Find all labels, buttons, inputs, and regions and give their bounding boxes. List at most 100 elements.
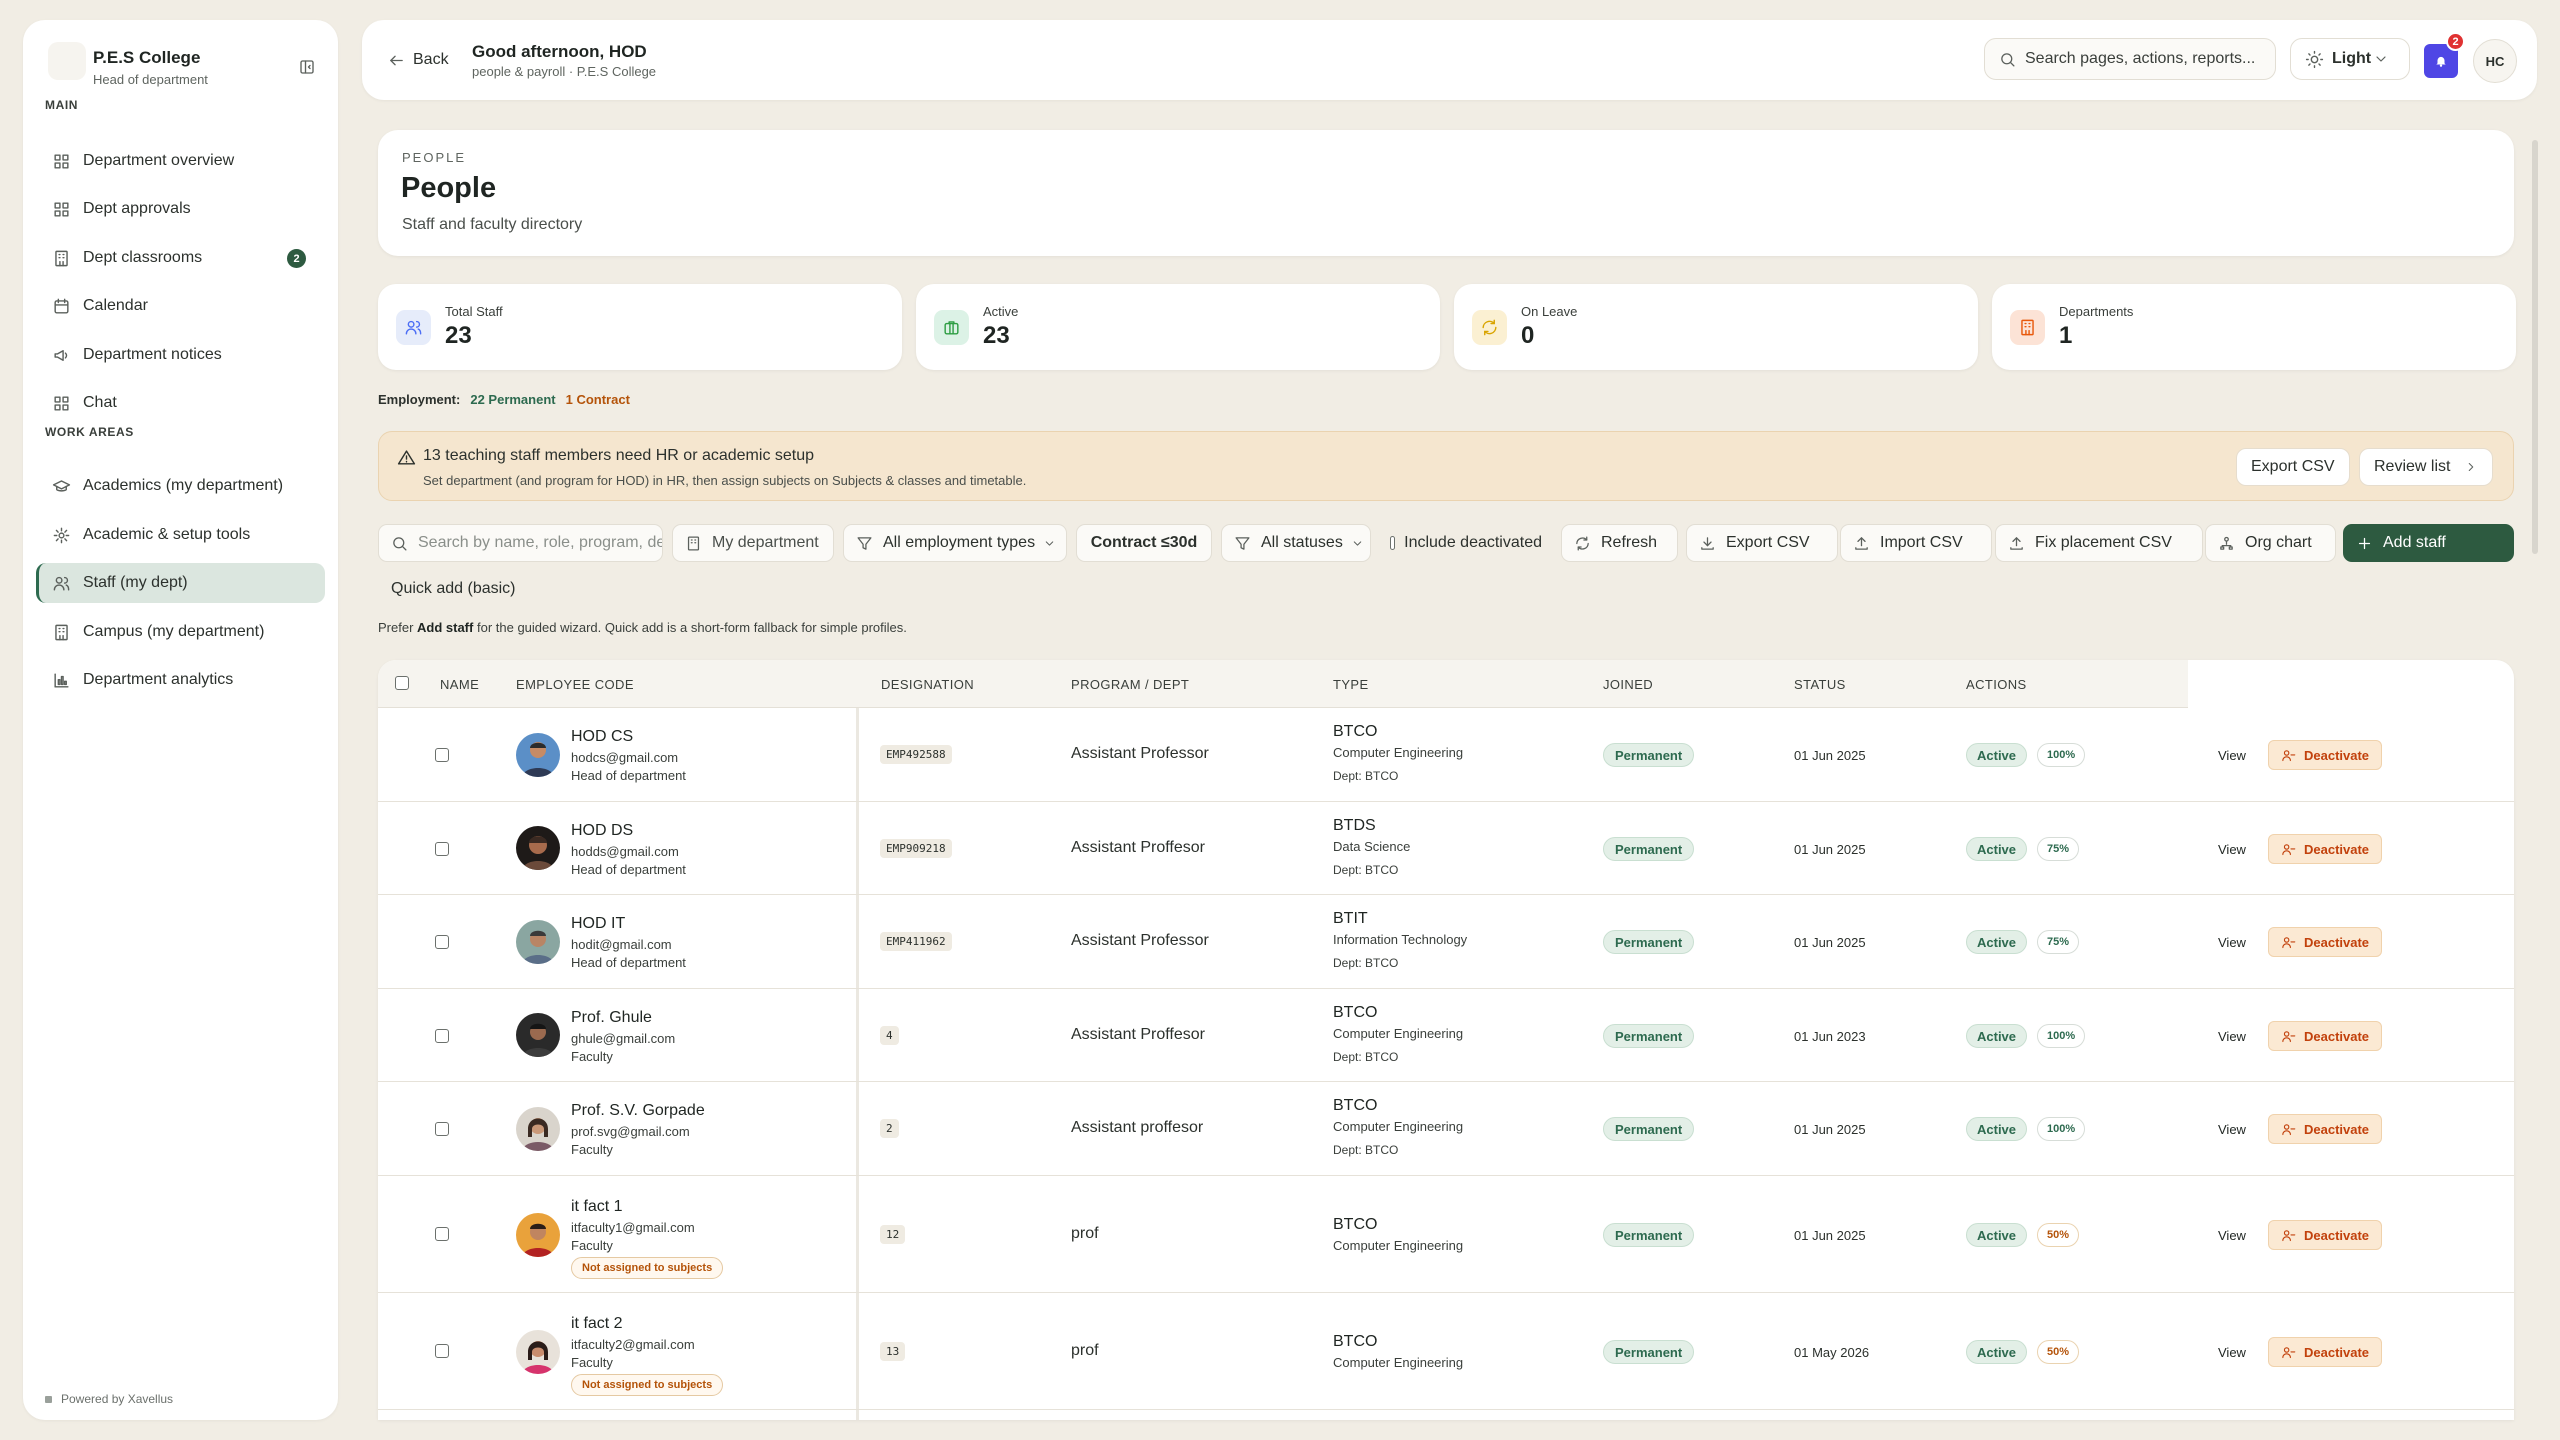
staff-name[interactable]: HOD IT [571, 915, 625, 933]
user-minus-icon [2282, 749, 2296, 761]
column-header-status[interactable]: STATUS [1794, 677, 1846, 692]
deactivate-button[interactable]: Deactivate [2268, 1337, 2383, 1367]
contract-count[interactable]: 1 Contract [566, 392, 630, 407]
program: BTCO [1333, 723, 1378, 740]
column-header-type[interactable]: TYPE [1333, 677, 1369, 692]
permanent-count[interactable]: 22 Permanent [470, 392, 555, 407]
user-minus-icon [2282, 1346, 2296, 1358]
export-csv-button[interactable]: Export CSV [1686, 524, 1838, 562]
program: BTCO [1333, 1097, 1378, 1114]
row-checkbox[interactable] [435, 1122, 449, 1136]
alert-title: 13 teaching staff members need HR or aca… [423, 447, 815, 464]
column-header-designation[interactable]: DESIGNATION [881, 677, 974, 692]
import-csv-button[interactable]: Import CSV [1840, 524, 1992, 562]
sidebar-item-label: Department notices [83, 346, 222, 363]
table-row: it fact 1 itfaculty1@gmail.com Faculty N… [378, 1176, 2514, 1293]
program: BTCO [1333, 1216, 1378, 1233]
include-deactivated-checkbox[interactable] [1390, 536, 1396, 550]
alert-export-csv-button[interactable]: Export CSV [2236, 448, 2350, 486]
review-list-button[interactable]: Review list [2359, 448, 2494, 486]
view-button[interactable]: View [2218, 842, 2246, 857]
sidebar-item-department-overview[interactable]: Department overview [36, 141, 325, 181]
column-header-employee-code[interactable]: EMPLOYEE CODE [516, 677, 634, 692]
staff-name[interactable]: HOD DS [571, 822, 633, 840]
include-deactivated-toggle[interactable]: Include deactivated [1378, 524, 1554, 562]
table-row: HOD IT hodit@gmail.com Head of departmen… [378, 895, 2514, 989]
theme-select[interactable]: Light [2290, 38, 2410, 80]
staff-name[interactable]: it fact 1 [571, 1198, 623, 1216]
back-button[interactable]: Back [388, 46, 449, 74]
sidebar-item-academic-setup-tools[interactable]: Academic & setup tools [36, 515, 325, 555]
column-header-program-dept[interactable]: PROGRAM / DEPT [1071, 677, 1189, 692]
deactivate-button[interactable]: Deactivate [2268, 834, 2383, 864]
status-filter[interactable]: All statuses [1221, 524, 1371, 562]
add-staff-button[interactable]: Add staff [2343, 524, 2514, 562]
sidebar-item-staff[interactable]: Staff (my dept) [36, 563, 325, 603]
staff-email: hodcs@gmail.com [571, 750, 679, 765]
stat-label: Active [983, 304, 1019, 319]
quick-add-button[interactable]: Quick add (basic) [391, 580, 516, 598]
row-checkbox[interactable] [435, 1227, 449, 1241]
refresh-button[interactable]: Refresh [1561, 524, 1678, 562]
employment-type-badge: Permanent [1603, 1223, 1695, 1247]
sidebar-item-dept-classrooms[interactable]: Dept classrooms 2 [36, 238, 325, 278]
view-button[interactable]: View [2218, 1122, 2246, 1137]
powered-by: Powered by Xavellus [45, 1392, 173, 1406]
deactivate-button[interactable]: Deactivate [2268, 1220, 2383, 1250]
contract-expiring-filter[interactable]: Contract ≤30d [1076, 524, 1212, 562]
sidebar-item-dept-approvals[interactable]: Dept approvals [36, 189, 325, 229]
sidebar: P.E.S College Head of department MAIN De… [23, 20, 338, 1420]
staff-search-input[interactable]: Search by name, role, program, departmen… [378, 524, 663, 562]
xavellus-logo-icon [45, 1395, 52, 1403]
global-search-input[interactable]: Search pages, actions, reports... [1984, 38, 2276, 80]
stat-card-on-leave: On Leave 0 [1454, 284, 1978, 370]
avatar [516, 826, 560, 870]
sidebar-item-label: Calendar [83, 297, 148, 314]
sidebar-item-academics[interactable]: Academics (my department) [36, 466, 325, 506]
row-checkbox[interactable] [435, 1029, 449, 1043]
row-checkbox[interactable] [435, 748, 449, 762]
sidebar-item-department-notices[interactable]: Department notices [36, 335, 325, 375]
department-filter[interactable]: My department [672, 524, 834, 562]
view-button[interactable]: View [2218, 935, 2246, 950]
view-button[interactable]: View [2218, 1029, 2246, 1044]
sidebar-item-campus[interactable]: Campus (my department) [36, 612, 325, 652]
row-checkbox[interactable] [435, 1344, 449, 1358]
greeting: Good afternoon, HOD [472, 42, 647, 61]
employee-code: 2 [880, 1119, 899, 1138]
row-checkbox[interactable] [435, 842, 449, 856]
view-button[interactable]: View [2218, 1345, 2246, 1360]
sidebar-item-label: Dept classrooms [83, 249, 203, 266]
page-scrollbar[interactable] [2532, 140, 2538, 554]
deactivate-button[interactable]: Deactivate [2268, 927, 2383, 957]
employment-summary: Employment: 22 Permanent 1 Contract [378, 392, 630, 407]
graduation-cap-icon [52, 479, 71, 492]
staff-role: Head of department [571, 955, 686, 970]
column-header-name[interactable]: NAME [440, 677, 479, 692]
designation: Assistant Proffesor [1071, 1026, 1205, 1043]
staff-role: Head of department [571, 768, 686, 783]
staff-name[interactable]: Prof. S.V. Gorpade [571, 1102, 705, 1120]
sidebar-item-chat[interactable]: Chat [36, 383, 325, 423]
org-chart-button[interactable]: Org chart [2205, 524, 2336, 562]
deactivate-button[interactable]: Deactivate [2268, 740, 2383, 770]
column-header-joined[interactable]: JOINED [1603, 677, 1653, 692]
staff-name[interactable]: Prof. Ghule [571, 1009, 652, 1027]
sidebar-item-department-analytics[interactable]: Department analytics [36, 660, 325, 700]
staff-name[interactable]: it fact 2 [571, 1315, 623, 1333]
user-avatar[interactable]: HC [2473, 39, 2517, 83]
select-all-checkbox[interactable] [395, 676, 409, 690]
sidebar-collapse-icon[interactable] [298, 58, 316, 76]
fix-placement-csv-button[interactable]: Fix placement CSV [1995, 524, 2203, 562]
sidebar-item-calendar[interactable]: Calendar [36, 286, 325, 326]
deactivate-button[interactable]: Deactivate [2268, 1114, 2383, 1144]
staff-name[interactable]: HOD CS [571, 728, 633, 746]
row-checkbox[interactable] [435, 935, 449, 949]
status-badge: Active [1966, 1340, 2028, 1364]
download-icon [1701, 536, 1714, 550]
employment-type-filter[interactable]: All employment types [843, 524, 1067, 562]
view-button[interactable]: View [2218, 748, 2246, 763]
deactivate-button[interactable]: Deactivate [2268, 1021, 2383, 1051]
staff-role: Head of department [571, 862, 686, 877]
view-button[interactable]: View [2218, 1228, 2246, 1243]
